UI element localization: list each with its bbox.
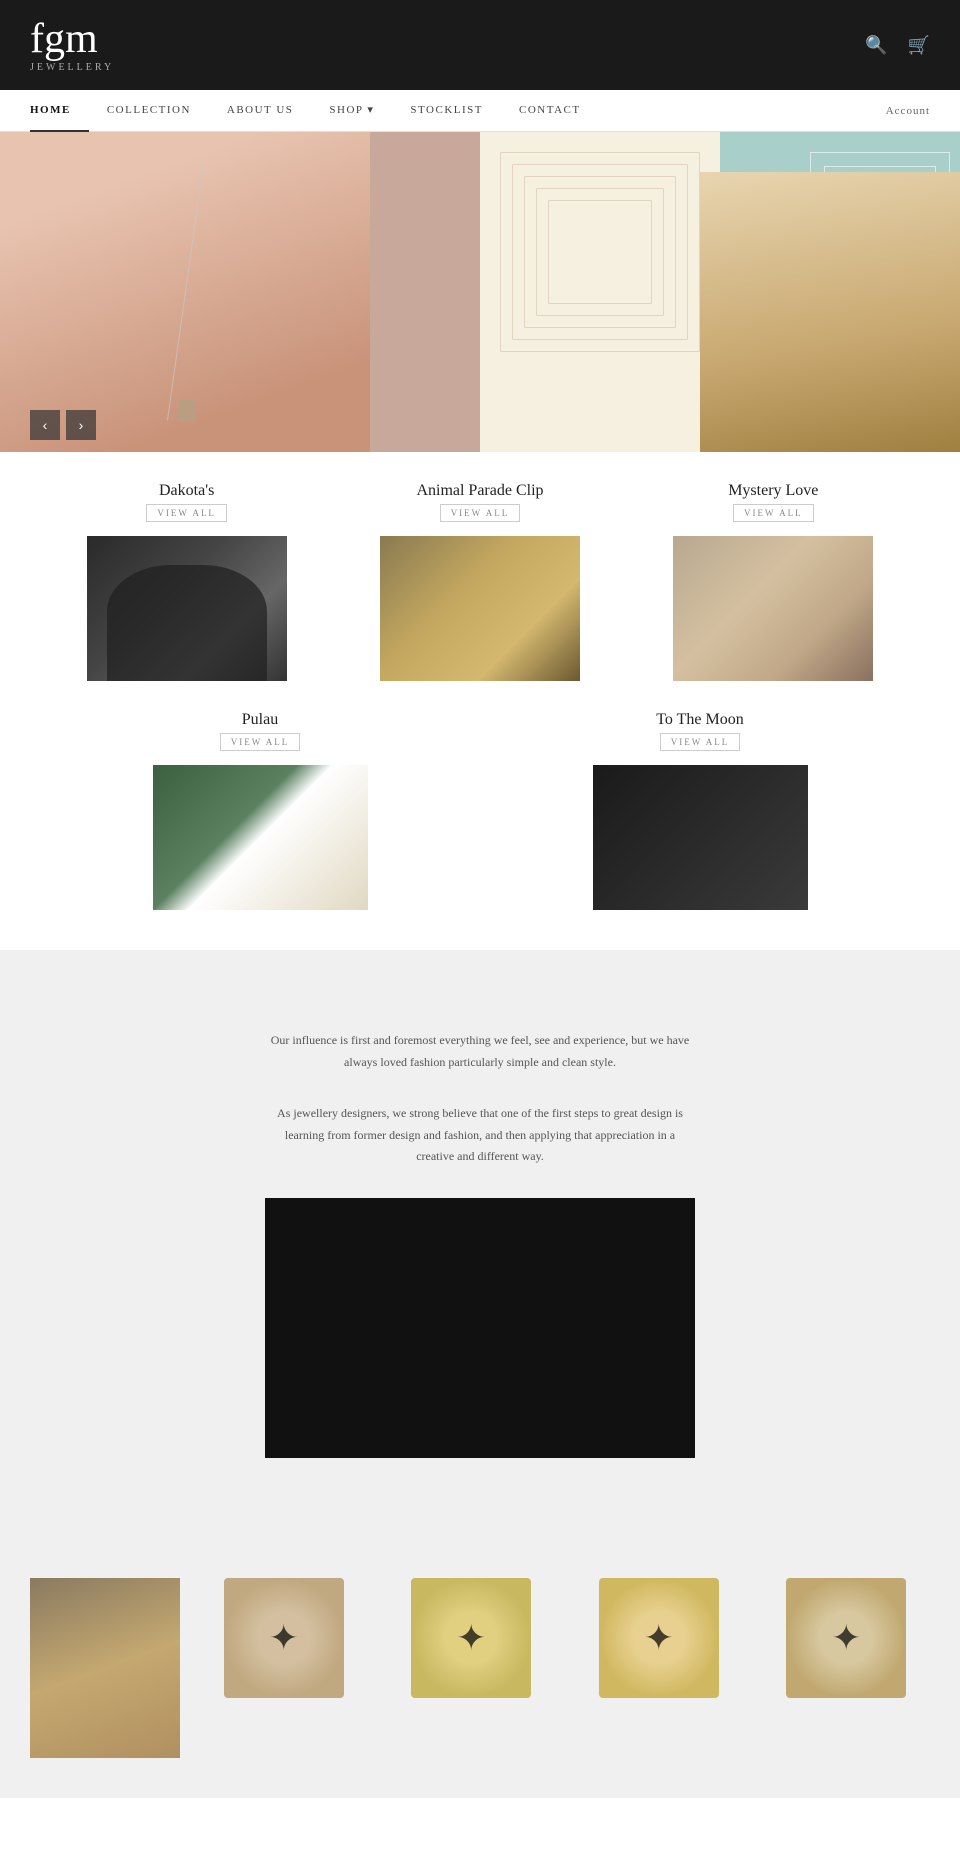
necklace-photo	[0, 132, 370, 452]
bottom-model-photo	[30, 1578, 180, 1758]
hero-next-button[interactable]: ›	[66, 410, 96, 440]
collection-dakotas-viewall[interactable]: VIEW ALL	[146, 504, 227, 522]
bottom-section: ✦ ✦ ✦ ✦	[0, 1538, 960, 1798]
collection-mystery: Mystery Love VIEW ALL	[641, 482, 905, 681]
search-icon[interactable]: 🔍	[865, 35, 887, 56]
collection-mystery-name: Mystery Love	[728, 482, 818, 500]
nav-left: HOME COLLECTION ABOUT US SHOP ▾ STOCKLIS…	[30, 90, 599, 132]
collection-pulau-name: Pulau	[242, 711, 278, 729]
bottom-item-2[interactable]: ✦	[411, 1578, 531, 1698]
hero-right-panel	[480, 132, 960, 452]
collections-section: Dakota's VIEW ALL Animal Parade Clip VIE…	[0, 452, 960, 950]
bottom-item-1[interactable]: ✦	[224, 1578, 344, 1698]
collection-pulau-viewall[interactable]: VIEW ALL	[220, 733, 301, 751]
header-icons: 🔍 🛒	[865, 35, 930, 56]
collection-dakotas-photo[interactable]	[87, 536, 287, 681]
collection-moon-viewall[interactable]: VIEW ALL	[660, 733, 741, 751]
jewel-icon-2: ✦	[456, 1617, 486, 1659]
collection-mystery-viewall[interactable]: VIEW ALL	[733, 504, 814, 522]
bottom-item-3[interactable]: ✦	[599, 1578, 719, 1698]
hero-banner: ‹ ›	[0, 132, 960, 452]
hero-left-panel	[0, 132, 480, 452]
jewel-icon-3: ✦	[644, 1617, 674, 1659]
jewel-icon-4: ✦	[831, 1617, 861, 1659]
about-text-1: Our influence is first and foremost ever…	[270, 1030, 690, 1073]
collection-moon: To The Moon VIEW ALL	[502, 711, 898, 910]
nav-item-home[interactable]: HOME	[30, 90, 89, 132]
nav-item-shop[interactable]: SHOP ▾	[311, 90, 392, 132]
cart-icon[interactable]: 🛒	[908, 35, 930, 56]
nested-rectangles-decoration	[500, 152, 700, 352]
collection-dakotas-name: Dakota's	[159, 482, 214, 500]
bottom-item-4[interactable]: ✦	[786, 1578, 906, 1698]
collection-pulau: Pulau VIEW ALL	[62, 711, 458, 910]
hero-yellow-bg	[480, 132, 720, 452]
collection-pulau-photo[interactable]	[153, 765, 368, 910]
jewel-icon-1: ✦	[269, 1617, 299, 1659]
hero-model-photo	[700, 172, 960, 452]
collection-animal-name: Animal Parade Clip	[416, 482, 543, 500]
header: fgm JEWELLERY 🔍 🛒	[0, 0, 960, 90]
bottom-items-grid: ✦ ✦ ✦ ✦	[200, 1578, 930, 1698]
collection-animal-viewall[interactable]: VIEW ALL	[440, 504, 521, 522]
collection-dakotas: Dakota's VIEW ALL	[55, 482, 319, 681]
logo-script: fgm	[30, 18, 98, 60]
video-embed[interactable]	[265, 1198, 695, 1458]
hero-prev-button[interactable]: ‹	[30, 410, 60, 440]
about-text-2: As jewellery designers, we strong believ…	[270, 1103, 690, 1168]
account-link[interactable]: Account	[886, 105, 930, 117]
nav-item-about[interactable]: ABOUT US	[209, 90, 312, 132]
collections-row-1: Dakota's VIEW ALL Animal Parade Clip VIE…	[40, 482, 920, 681]
logo[interactable]: fgm JEWELLERY	[30, 18, 114, 73]
collection-animal: Animal Parade Clip VIEW ALL	[348, 482, 612, 681]
collection-animal-photo[interactable]	[380, 536, 580, 681]
nav-item-stocklist[interactable]: STOCKLIST	[392, 90, 501, 132]
hero-navigation: ‹ ›	[30, 410, 96, 440]
navigation: HOME COLLECTION ABOUT US SHOP ▾ STOCKLIS…	[0, 90, 960, 132]
nav-item-collection[interactable]: COLLECTION	[89, 90, 209, 132]
collections-row-2: Pulau VIEW ALL To The Moon VIEW ALL	[40, 711, 920, 910]
logo-subtitle: JEWELLERY	[30, 62, 114, 73]
collection-moon-name: To The Moon	[656, 711, 743, 729]
collection-moon-photo[interactable]	[593, 765, 808, 910]
nav-item-contact[interactable]: CONTACT	[501, 90, 599, 132]
collection-mystery-photo[interactable]	[673, 536, 873, 681]
about-section: Our influence is first and foremost ever…	[0, 950, 960, 1538]
